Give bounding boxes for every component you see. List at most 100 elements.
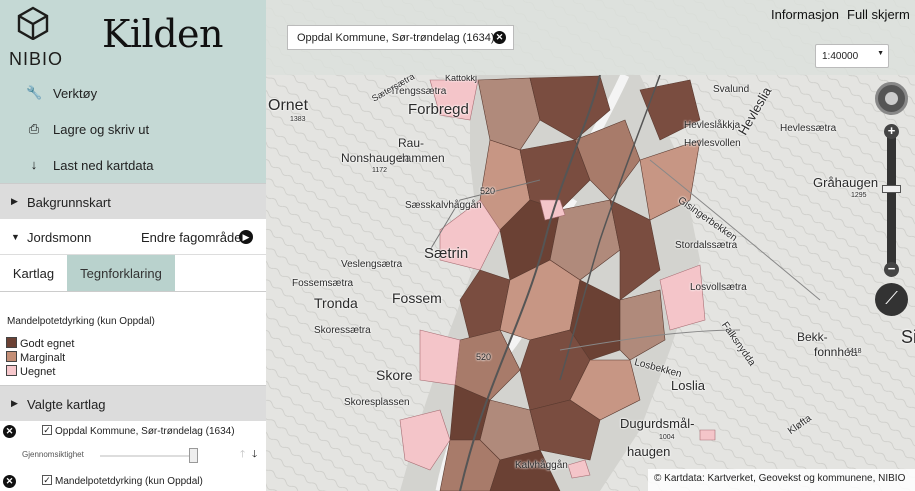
place-label: 520: [476, 352, 492, 362]
place-label: Skoresplassen: [344, 397, 410, 408]
place-label: Dugurdsmål-: [620, 416, 695, 431]
locate-button[interactable]: ⟋: [875, 283, 908, 316]
section-label: Valgte kartlag: [27, 397, 106, 412]
tool-label: Last ned kartdata: [53, 158, 154, 173]
zoom-in-button[interactable]: +: [884, 124, 899, 139]
scale-select[interactable]: 1:40000 ▼: [815, 44, 889, 68]
place-label: Fossem: [392, 290, 442, 306]
zoom-slider-handle[interactable]: [882, 185, 901, 193]
legend-item: Godt egnet: [6, 337, 74, 350]
tool-verktoy[interactable]: 🔧 Verktøy: [0, 75, 266, 111]
fullscreen-link[interactable]: Full skjerm: [847, 7, 910, 22]
route-icon: ⟋: [885, 288, 898, 308]
info-link[interactable]: Informasjon: [771, 7, 839, 22]
section-label: Jordsmonn: [27, 230, 92, 245]
caret-right-icon: ▶: [11, 398, 18, 408]
layer-checkbox[interactable]: ✓: [42, 475, 52, 485]
tool-download[interactable]: ↓ Last ned kartdata: [0, 147, 266, 183]
place-label: Sætrin: [424, 245, 469, 262]
section-bakgrunnskart[interactable]: ▶ Bakgrunnskart: [0, 183, 266, 219]
scale-value: 1:40000: [822, 51, 859, 62]
section-valgte-kartlag[interactable]: ▶ Valgte kartlag: [0, 385, 266, 421]
place-label: Kalvhåggån: [515, 460, 568, 471]
place-label: 1295: [851, 192, 867, 199]
place-label: Hevlesvollen: [684, 138, 741, 149]
section-jordsmonn[interactable]: ▼ Jordsmonn Endre fagområde ▶: [0, 219, 266, 255]
zoom-slider[interactable]: [887, 129, 896, 276]
clear-search-icon[interactable]: ✕: [493, 31, 506, 44]
change-area-link[interactable]: Endre fagområde: [141, 230, 241, 245]
legend-swatch: [6, 337, 17, 348]
legend-item: Uegnet: [6, 365, 55, 378]
remove-layer-icon[interactable]: ✕: [3, 425, 16, 438]
place-label: haugen: [627, 444, 671, 459]
sidebar: 🔧 Verktøy ⎙ Lagre og skriv ut ↓ Last ned…: [0, 75, 266, 491]
layer-name: Oppdal Kommune, Sør-trøndelag (1634): [55, 426, 235, 437]
place-label: 1172: [372, 167, 388, 174]
caret-down-icon: ▼: [11, 232, 20, 242]
move-down-icon[interactable]: 🡓: [252, 447, 257, 464]
place-label: Losvollsætra: [690, 282, 747, 293]
compass-control[interactable]: [875, 82, 908, 115]
place-label: 1418: [846, 348, 862, 355]
opacity-label: Gjennomsiktighet: [22, 450, 84, 459]
place-label: Veslengsætra: [341, 259, 403, 270]
legend-swatch: [6, 351, 17, 362]
printer-icon: ⎙: [28, 121, 40, 136]
legend-swatch: [6, 365, 17, 376]
zoom-out-button[interactable]: −: [884, 262, 899, 277]
map-attribution: © Kartdata: Kartverket, Geovekst og komm…: [648, 469, 915, 491]
legend-label: Uegnet: [20, 366, 56, 378]
section-label: Bakgrunnskart: [27, 195, 111, 210]
tab-kartlag[interactable]: Kartlag: [0, 255, 67, 291]
place-label: Bekk-: [797, 330, 828, 344]
place-label: Hevleslåkkja: [684, 120, 741, 131]
download-icon: ↓: [30, 157, 38, 172]
move-up-icon[interactable]: 🡑: [240, 447, 245, 464]
place-label: Gråhaugen: [813, 175, 879, 190]
place-label: Nonshaugen: [341, 151, 410, 165]
layer-checkbox[interactable]: ✓: [42, 425, 52, 435]
place-label: Stordalssætra: [675, 240, 738, 251]
search-input[interactable]: Oppdal Kommune, Sør-trøndelag (1634) ✕: [287, 25, 514, 50]
place-label: 520: [480, 186, 496, 196]
place-label: Skore: [376, 367, 413, 383]
tool-print[interactable]: ⎙ Lagre og skriv ut: [0, 111, 266, 147]
legend-label: Godt egnet: [20, 338, 75, 350]
place-label: Skoressætra: [314, 325, 371, 336]
caret-down-icon: ▼: [877, 50, 884, 57]
legend-label: Marginalt: [20, 352, 66, 364]
layer-name: Mandelpotetdyrking (kun Oppdal): [55, 476, 203, 487]
legend-item: Marginalt: [6, 351, 65, 364]
legend: Mandelpotetdyrking (kun Oppdal) Godt egn…: [0, 292, 266, 385]
legend-title: Mandelpotetdyrking (kun Oppdal): [7, 316, 155, 327]
tab-tegnforklaring[interactable]: Tegnforklaring: [67, 255, 175, 291]
cube-logo-icon: [17, 6, 49, 40]
tab-bar: Kartlag Tegnforklaring: [0, 255, 266, 292]
place-label: Ornet: [268, 97, 309, 114]
layer-row: ✕ ✓ Oppdal Kommune, Sør-trøndelag (1634)…: [0, 421, 266, 471]
place-label: Hevlessætra: [780, 123, 837, 134]
remove-layer-icon[interactable]: ✕: [3, 475, 16, 488]
caret-right-icon: ▶: [11, 196, 18, 206]
place-label: Rau-: [398, 136, 425, 150]
wrench-icon: 🔧: [26, 85, 43, 100]
search-value: Oppdal Kommune, Sør-trøndelag (1634): [297, 32, 495, 44]
header-bar: NIBIO Kilden Oppdal Kommune, Sør-trøndel…: [0, 0, 915, 75]
place-label: 1004: [659, 434, 675, 441]
compass-icon: [885, 92, 898, 105]
place-label: Si: [901, 327, 915, 347]
place-label: Forbregd: [408, 101, 469, 118]
app-title: Kilden: [102, 12, 223, 56]
place-label: 1383: [290, 116, 306, 123]
place-label: Tronda: [314, 295, 358, 311]
arrow-right-circle-icon[interactable]: ▶: [239, 230, 253, 244]
logo-text: NIBIO: [9, 49, 64, 69]
place-label: Fossemsætra: [292, 278, 354, 289]
place-label: Loslia: [671, 378, 705, 393]
opacity-slider[interactable]: [100, 455, 195, 457]
opacity-slider-handle[interactable]: [189, 448, 198, 463]
place-label: Sæsskalvhåggån: [405, 200, 482, 211]
layer-row: ✕ ✓ Mandelpotetdyrking (kun Oppdal): [0, 471, 266, 491]
tool-label: Lagre og skriv ut: [53, 122, 150, 137]
